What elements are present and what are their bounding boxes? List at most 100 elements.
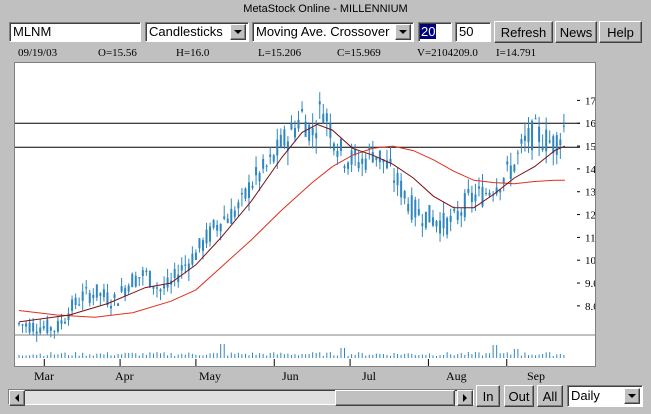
month-axis: Mar Apr May Jun Jul Aug Sep <box>14 369 596 385</box>
candle-body <box>127 285 130 292</box>
candle-body <box>163 285 166 289</box>
candle-body <box>541 146 544 150</box>
zoom-all-button[interactable]: All <box>537 385 563 407</box>
candle-body <box>159 289 162 292</box>
candle-body <box>240 192 243 195</box>
candle-body <box>545 129 548 152</box>
candle-body <box>99 293 102 296</box>
quote-high: H=16.0 <box>176 47 210 59</box>
y-tick-label: 17.0 <box>585 95 595 107</box>
candle-body <box>244 188 247 199</box>
candle-body <box>534 118 537 120</box>
candle-body <box>63 321 66 324</box>
period1-input[interactable]: 20 <box>418 22 452 42</box>
candle-body <box>209 226 212 242</box>
y-tick-label: 9.0 <box>585 278 595 290</box>
candle-body <box>78 304 81 306</box>
candle-body <box>315 133 318 139</box>
candle-body <box>559 139 562 146</box>
candle-body <box>304 121 307 137</box>
candle-body <box>453 209 456 212</box>
refresh-button[interactable]: Refresh <box>494 21 553 43</box>
zoom-out-button[interactable]: Out <box>504 385 534 407</box>
candle-body <box>42 326 45 329</box>
horizontal-scrollbar[interactable] <box>8 389 474 406</box>
candle-body <box>446 217 449 235</box>
chevron-down-icon[interactable] <box>624 388 640 404</box>
scroll-left-icon[interactable] <box>9 390 25 406</box>
candle-body <box>474 194 477 202</box>
scroll-right-icon[interactable] <box>457 390 473 406</box>
candle-body <box>283 129 286 146</box>
candle-body <box>523 135 526 141</box>
indicator-select[interactable]: Moving Ave. Crossover <box>252 22 414 42</box>
candle-body <box>155 287 158 289</box>
quote-open: O=15.56 <box>98 47 137 59</box>
candle-body <box>102 289 105 298</box>
candle-body <box>378 150 381 163</box>
candle-body <box>347 162 350 169</box>
candle-body <box>39 327 42 333</box>
y-tick-label: 10.0 <box>585 255 595 267</box>
y-tick-label: 13.0 <box>585 187 595 199</box>
news-button[interactable]: News <box>555 21 597 43</box>
candle-body <box>212 220 215 228</box>
candle-body <box>255 167 258 176</box>
y-tick-label: 15.0 <box>585 141 595 153</box>
candle-body <box>470 192 473 203</box>
candle-body <box>396 173 399 186</box>
candle-body <box>329 123 332 138</box>
candle-body <box>265 165 268 167</box>
candle-body <box>56 320 59 332</box>
candle-body <box>53 330 56 332</box>
scroll-thumb[interactable] <box>335 390 455 406</box>
candle-body <box>325 113 328 122</box>
candle-body <box>442 212 445 229</box>
candle-body <box>173 269 176 279</box>
candle-body <box>562 125 565 127</box>
candle-body <box>555 135 558 155</box>
candle-body <box>25 323 28 327</box>
chevron-down-icon[interactable] <box>395 24 411 40</box>
candle-body <box>194 252 197 260</box>
candle-body <box>148 271 151 288</box>
candle-body <box>251 185 254 188</box>
candle-body <box>421 223 424 227</box>
candle-body <box>219 223 222 232</box>
zoom-in-button[interactable]: In <box>476 385 500 407</box>
candle-body <box>350 150 353 165</box>
ma-short-line <box>18 123 566 323</box>
candle-body <box>131 274 134 288</box>
candle-body <box>431 217 434 226</box>
symbol-input[interactable]: MLNM <box>9 22 141 42</box>
candle-body <box>343 166 346 169</box>
candle-body <box>201 240 204 251</box>
quote-close: C=15.969 <box>337 47 381 59</box>
candle-body <box>488 192 491 196</box>
quote-date: 09/19/03 <box>18 47 58 59</box>
period2-input[interactable]: 50 <box>455 22 491 42</box>
candle-body <box>120 286 123 292</box>
help-button[interactable]: Help <box>599 21 642 43</box>
candle-body <box>527 128 530 143</box>
month-label: Aug <box>446 369 467 383</box>
candle-body <box>410 195 413 220</box>
candle-body <box>247 182 250 198</box>
candle-body <box>74 297 77 306</box>
candle-body <box>400 180 403 198</box>
period1-value: 20 <box>420 24 437 39</box>
candle-body <box>336 150 339 157</box>
chevron-down-icon[interactable] <box>230 24 246 40</box>
candle-body <box>216 224 219 231</box>
candle-body <box>364 158 367 170</box>
candle-body <box>506 161 509 165</box>
candle-body <box>141 270 144 277</box>
candle-body <box>279 134 282 148</box>
month-label: Jul <box>362 369 377 383</box>
price-chart[interactable]: 8.0 9.0 10.0 11.0 12.0 13.0 14.0 15.0 16.0 17.0 <box>14 62 605 367</box>
candle-body <box>198 238 201 249</box>
candle-body <box>502 178 505 184</box>
candle-body <box>88 292 91 304</box>
quote-interest: I=14.791 <box>496 47 537 59</box>
candle-body <box>223 216 226 219</box>
